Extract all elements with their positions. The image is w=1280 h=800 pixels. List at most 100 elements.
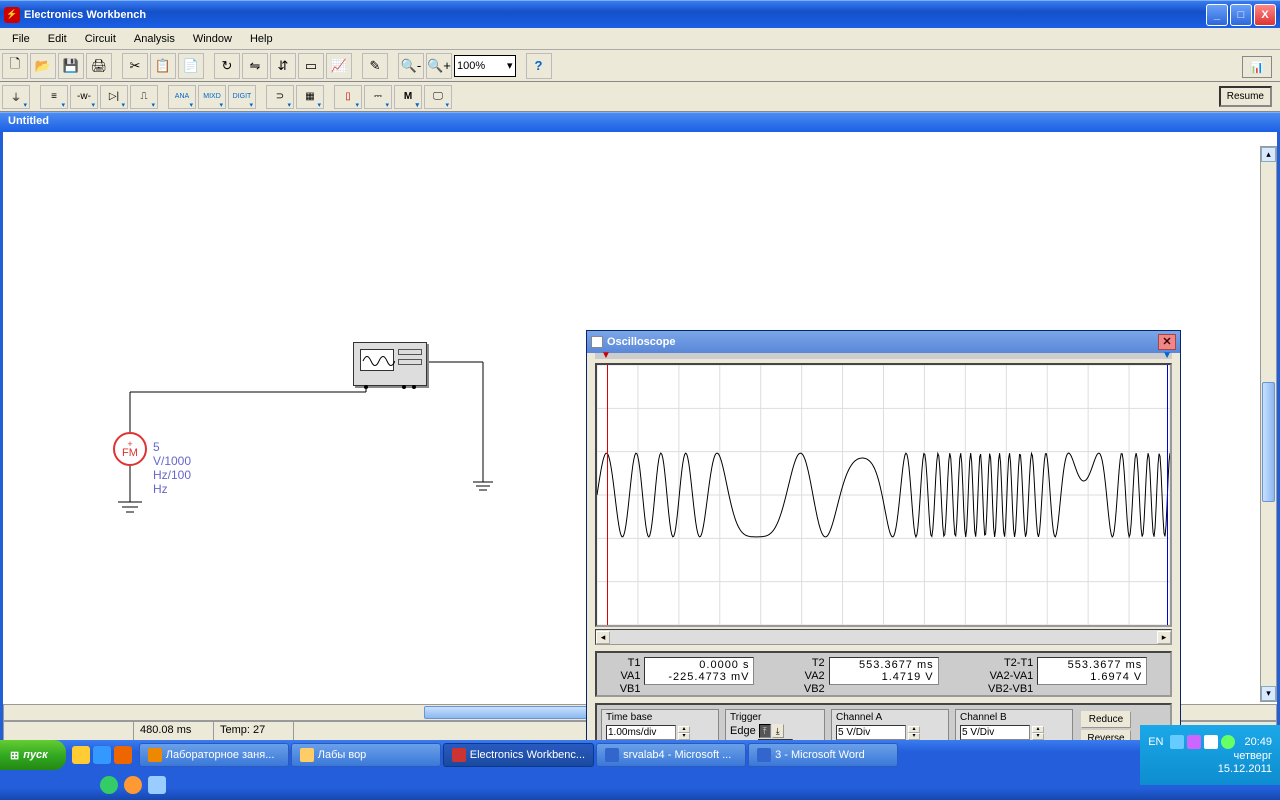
tray-clock[interactable]: 20:49 bbox=[1244, 736, 1272, 748]
readout-dt: 553.3677 ms bbox=[1042, 659, 1142, 671]
waveform-plot bbox=[597, 365, 1170, 625]
minimize-button[interactable]: _ bbox=[1206, 4, 1228, 26]
menu-edit[interactable]: Edit bbox=[40, 31, 75, 47]
zoom-input[interactable] bbox=[457, 60, 507, 72]
timebase-input[interactable] bbox=[606, 725, 676, 740]
resistor-icon[interactable]: -w-▾ bbox=[70, 85, 98, 109]
flip-h-icon[interactable]: ⇋ bbox=[242, 53, 268, 79]
schematic-canvas[interactable]: + FM 5 V/1000 Hz/100 Hz Oscilloscope ✕ ▼… bbox=[3, 132, 1277, 704]
cursor-t1-handle[interactable]: ▼ bbox=[601, 350, 611, 361]
ic-icon[interactable]: ▦▾ bbox=[296, 85, 324, 109]
tray-icon-2[interactable] bbox=[1187, 735, 1201, 749]
toolbar-components: ⏚▾ ≡▾ -w-▾ ▷|▾ ⎍▾ ANA▾ MIXD▾ DIGIT▾ ⊃▾ ▦… bbox=[0, 82, 1280, 112]
lang-indicator[interactable]: EN bbox=[1148, 736, 1163, 748]
help-icon[interactable]: ? bbox=[526, 53, 552, 79]
taskbar-item-1[interactable]: Лабы вор bbox=[291, 743, 441, 767]
cursor-t2-handle[interactable]: ▼ bbox=[1162, 350, 1172, 361]
edge-fall-button[interactable]: ⤓ bbox=[772, 724, 784, 738]
oscilloscope-close-button[interactable]: ✕ bbox=[1158, 334, 1176, 350]
app-title: Electronics Workbench bbox=[24, 9, 146, 21]
menu-circuit[interactable]: Circuit bbox=[77, 31, 124, 47]
chb-vdiv-input[interactable] bbox=[960, 725, 1030, 740]
ql-firefox-icon[interactable] bbox=[114, 746, 132, 764]
ql-icon-1[interactable] bbox=[72, 746, 90, 764]
indicator-icon[interactable]: ▯▾ bbox=[334, 85, 362, 109]
instrument-icon[interactable]: 🖵▾ bbox=[424, 85, 452, 109]
menu-help[interactable]: Help bbox=[242, 31, 281, 47]
app-icon: ⚡ bbox=[4, 7, 20, 23]
oscilloscope-hscroll[interactable]: ◂ ▸ bbox=[595, 629, 1172, 645]
quick-launch bbox=[66, 746, 138, 764]
rotate-icon[interactable]: ↻ bbox=[214, 53, 240, 79]
resume-button[interactable]: Resume bbox=[1219, 86, 1272, 107]
copy-icon[interactable]: 📋 bbox=[150, 53, 176, 79]
menu-file[interactable]: File bbox=[4, 31, 38, 47]
print-icon[interactable]: 🖨 bbox=[86, 53, 112, 79]
start-button[interactable]: ⊞ пуск bbox=[0, 740, 66, 770]
sources-icon[interactable]: ⏚▾ bbox=[2, 85, 30, 109]
fm-source[interactable]: + FM bbox=[113, 432, 147, 466]
probe-icon[interactable]: ✎ bbox=[362, 53, 388, 79]
oscilloscope-instrument[interactable] bbox=[353, 342, 427, 386]
save-icon[interactable]: 💾 bbox=[58, 53, 84, 79]
scroll-left-icon[interactable]: ◂ bbox=[596, 631, 610, 644]
taskbar-item-3[interactable]: srvalab4 - Microsoft ... bbox=[596, 743, 746, 767]
menu-analysis[interactable]: Analysis bbox=[126, 31, 183, 47]
vertical-scrollbar[interactable]: ▴ ▾ bbox=[1260, 146, 1277, 702]
taskbar: ⊞ пуск Лабораторное заня...Лабы ворElect… bbox=[0, 740, 1280, 800]
control-icon[interactable]: ⎓▾ bbox=[364, 85, 392, 109]
new-icon[interactable]: 🗋 bbox=[2, 53, 28, 79]
readout-vb2: 1.4719 V bbox=[834, 671, 934, 683]
oscilloscope-screen[interactable] bbox=[595, 363, 1172, 627]
oscilloscope-titlebar[interactable]: Oscilloscope ✕ bbox=[587, 331, 1180, 353]
zoom-out-icon[interactable]: 🔍- bbox=[398, 53, 424, 79]
readout-t1: 0.0000 s bbox=[649, 659, 749, 671]
readout-t2: 553.3677 ms bbox=[834, 659, 934, 671]
dropdown-icon[interactable]: ▾ bbox=[507, 59, 513, 72]
transistor-icon[interactable]: ⎍▾ bbox=[130, 85, 158, 109]
vscroll-thumb[interactable] bbox=[1262, 382, 1275, 502]
scroll-up-icon[interactable]: ▴ bbox=[1261, 147, 1276, 162]
flip-v-icon[interactable]: ⇵ bbox=[270, 53, 296, 79]
windows-logo-icon: ⊞ bbox=[10, 749, 19, 762]
oscilloscope-window[interactable]: Oscilloscope ✕ ▼ ▼ ◂ ▸ T1VA1VB1 0.0000 s… bbox=[586, 330, 1181, 775]
open-icon[interactable]: 📂 bbox=[30, 53, 56, 79]
close-button[interactable]: X bbox=[1254, 4, 1276, 26]
system-tray[interactable]: EN 20:49 четверг 15.12.2011 bbox=[1140, 725, 1280, 785]
ql2-icon-2[interactable] bbox=[124, 776, 142, 794]
cut-icon[interactable]: ✂ bbox=[122, 53, 148, 79]
tray-icon-4[interactable] bbox=[1221, 735, 1235, 749]
edge-rise-button[interactable]: ⤒ bbox=[759, 724, 771, 738]
menubar: File Edit Circuit Analysis Window Help bbox=[0, 28, 1280, 50]
misc-icon[interactable]: M▾ bbox=[394, 85, 422, 109]
taskbar-item-0[interactable]: Лабораторное заня... bbox=[139, 743, 289, 767]
menu-window[interactable]: Window bbox=[185, 31, 240, 47]
scroll-right-icon[interactable]: ▸ bbox=[1157, 631, 1171, 644]
diode-icon[interactable]: ▷|▾ bbox=[100, 85, 128, 109]
mixed-icon[interactable]: MIXD▾ bbox=[198, 85, 226, 109]
analyzer-button[interactable]: 📊 bbox=[1242, 56, 1272, 78]
ql2-icon-3[interactable] bbox=[148, 776, 166, 794]
scroll-down-icon[interactable]: ▾ bbox=[1261, 686, 1276, 701]
cursor-t2-line[interactable] bbox=[1167, 365, 1168, 625]
taskbar-item-2[interactable]: Electronics Workbenc... bbox=[443, 743, 594, 767]
analog-icon[interactable]: ANA▾ bbox=[168, 85, 196, 109]
zoom-in-icon[interactable]: 🔍+ bbox=[426, 53, 452, 79]
fm-symbol-label: FM bbox=[122, 447, 138, 459]
ql-icon-2[interactable] bbox=[93, 746, 111, 764]
cha-vdiv-input[interactable] bbox=[836, 725, 906, 740]
basic-icon[interactable]: ≡▾ bbox=[40, 85, 68, 109]
zoom-combo[interactable]: ▾ bbox=[454, 55, 516, 77]
paste-icon[interactable]: 📄 bbox=[178, 53, 204, 79]
subcircuit-icon[interactable]: ▭ bbox=[298, 53, 324, 79]
maximize-button[interactable]: □ bbox=[1230, 4, 1252, 26]
cursor-t1-line[interactable] bbox=[607, 365, 608, 625]
tray-icon-1[interactable] bbox=[1170, 735, 1184, 749]
digital-icon[interactable]: DIGIT▾ bbox=[228, 85, 256, 109]
tray-icon-3[interactable] bbox=[1204, 735, 1218, 749]
logic-gate-icon[interactable]: ⊃▾ bbox=[266, 85, 294, 109]
reduce-button[interactable]: Reduce bbox=[1081, 711, 1131, 728]
graph-icon[interactable]: 📈 bbox=[326, 53, 352, 79]
ql2-icon-1[interactable] bbox=[100, 776, 118, 794]
taskbar-item-4[interactable]: 3 - Microsoft Word bbox=[748, 743, 898, 767]
